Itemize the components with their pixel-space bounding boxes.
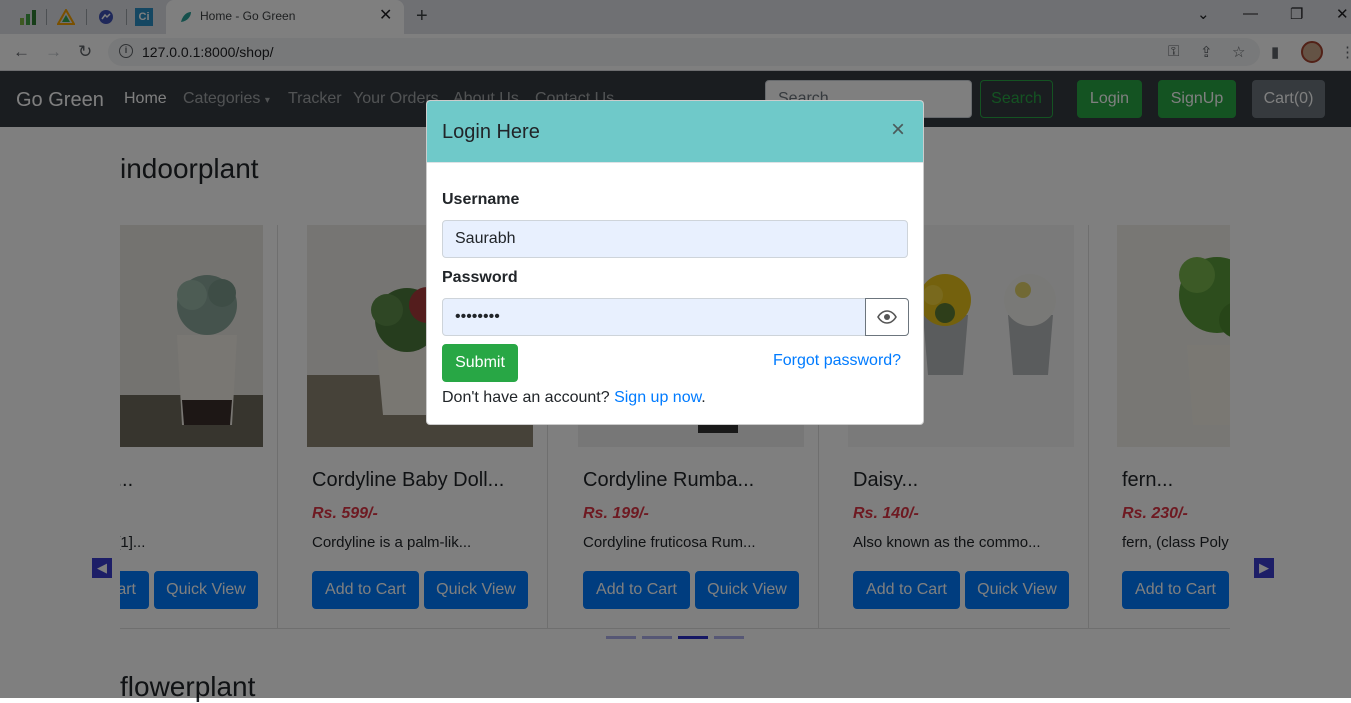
username-label: Username [442, 191, 520, 208]
submit-button[interactable]: Submit [442, 344, 518, 382]
signup-prompt: Don't have an account? Sign up now. [442, 389, 706, 407]
no-account-text: Don't have an account? [442, 389, 610, 406]
signup-link[interactable]: Sign up now [614, 389, 701, 406]
modal-header: Login Here × [427, 101, 923, 163]
password-label: Password [442, 269, 518, 286]
password-field[interactable]: •••••••• [442, 298, 866, 336]
show-password-button[interactable] [865, 298, 909, 336]
forgot-password-link[interactable]: Forgot password? [773, 352, 901, 370]
eye-icon [877, 310, 897, 324]
signup-period: . [701, 389, 706, 406]
close-icon[interactable]: × [891, 118, 905, 142]
modal-title: Login Here [442, 121, 540, 143]
username-field[interactable]: Saurabh [442, 220, 908, 258]
login-modal: Login Here × Username Saurabh Password •… [426, 100, 924, 425]
